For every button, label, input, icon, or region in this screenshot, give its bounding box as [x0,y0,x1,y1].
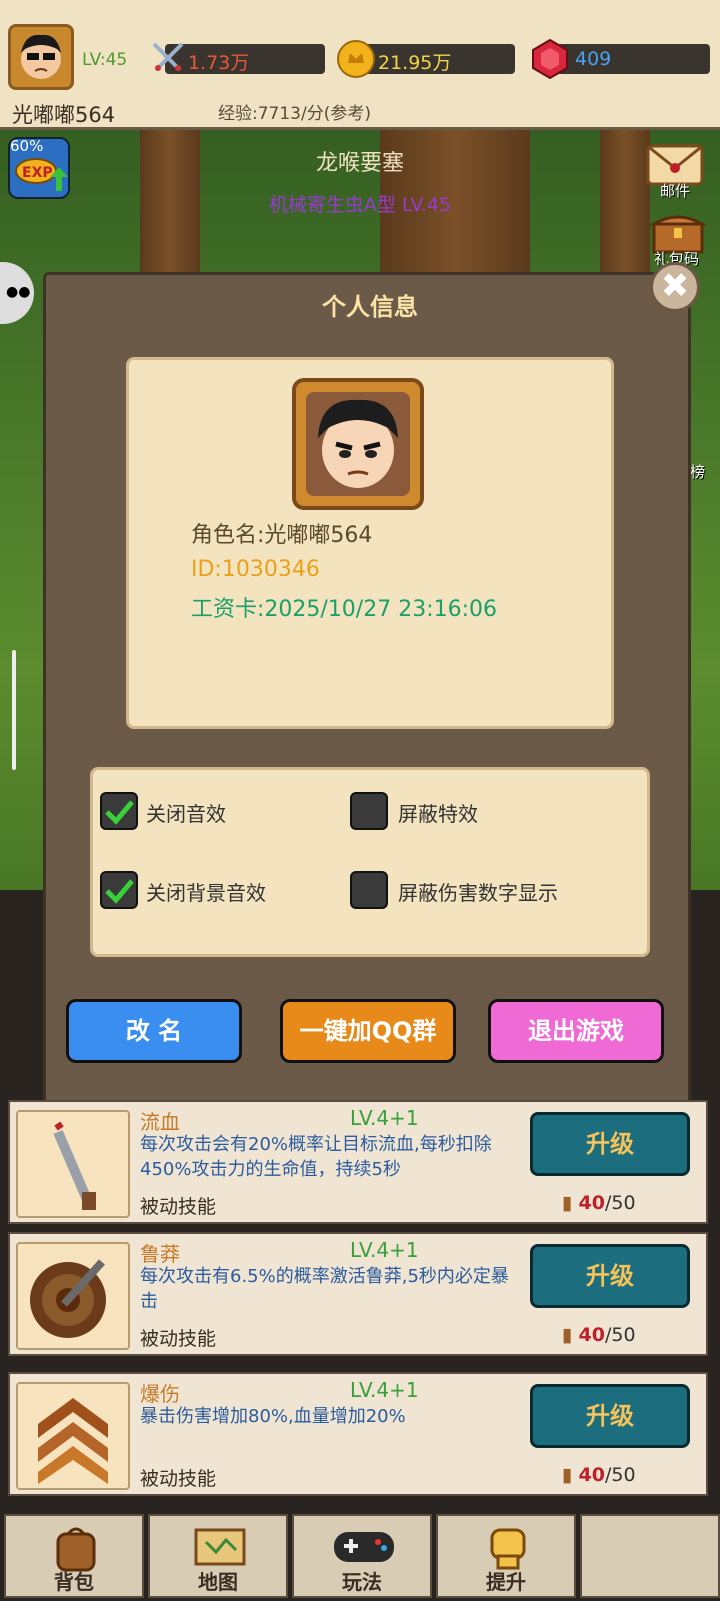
top-status-bar: LV:45 光嘟嘟564 1.73万 21.95万 409 经验:7713/分(… [0,0,720,130]
mail-label: 邮件 [660,182,691,200]
backpack-icon [56,1527,96,1572]
chevrons-up-icon [38,1398,108,1484]
skill-name: 鲁莽 [140,1242,180,1266]
sound-off-checkbox[interactable] [100,792,138,830]
nav-play-label: 玩法 [342,1570,382,1594]
player-name: 光嘟嘟564 [12,103,116,127]
skill-icon-crit-damage [16,1382,130,1490]
nav-map-label: 地图 [198,1570,238,1594]
gold-value: 21.95万 [378,52,452,74]
exit-game-button[interactable]: 退出游戏 [488,999,664,1063]
fist-icon [490,1528,526,1570]
close-icon: ✖ [660,266,690,306]
nav-bag[interactable]: 背包 [4,1514,144,1598]
ruby-gem-icon [532,38,568,80]
skill-row: 鲁莽 LV.4+1 每次攻击有6.5%的概率激活鲁莽,5秒内必定暴击 被动技能 … [8,1232,708,1356]
nav-play[interactable]: 玩法 [292,1514,432,1598]
skill-description: 每次攻击有6.5%的概率激活鲁莽,5秒内必定暴击 [140,1266,509,1312]
checkmark-icon [105,800,134,825]
nav-boost[interactable]: 提升 [436,1514,576,1598]
bleed-dagger-icon [53,1121,96,1210]
skill-book-cost: ▮ 40/50 [562,1324,636,1346]
skill-row: 流血 LV.4+1 每次攻击会有20%概率让目标流血,每秒扣除450%攻击力的生… [8,1100,708,1224]
salary-card: 工资卡:2025/10/27 23:16:06 [191,597,498,622]
skill-type: 被动技能 [140,1196,217,1218]
hide-effects-checkbox[interactable] [350,792,388,830]
bgm-off-checkbox[interactable] [100,871,138,909]
bottom-navigation: 背包 地图 玩法 提升 [0,1510,720,1601]
gamepad-icon [334,1532,394,1562]
nav-map[interactable]: 地图 [148,1514,288,1598]
side-handle[interactable] [12,650,16,770]
skill-description: 每次攻击会有20%概率让目标流血,每秒扣除450%攻击力的生命值，持续5秒 [140,1134,492,1180]
hide-damage-numbers-label: 屏蔽伤害数字显示 [398,881,558,905]
monster-name: 机械寄生虫A型 LV.45 [268,194,452,216]
skill-row: 爆伤 LV.4+1 暴击伤害增加80%,血量增加20% 被动技能 升级 ▮ 40… [8,1372,708,1496]
skill-icon-bleed [16,1110,130,1218]
player-id: ID:1030346 [191,557,320,582]
nav-boost-label: 提升 [486,1570,526,1594]
upgrade-button[interactable]: 升级 [530,1384,690,1448]
nav-bag-label: 背包 [54,1570,94,1594]
exp-rate-label: 经验:7713/分(参考) [218,104,371,124]
nav-empty-slot [580,1514,720,1598]
player-level: LV:45 [82,50,128,70]
skill-book-icon: ▮ [562,1464,573,1486]
role-name: 角色名:光嘟嘟564 [191,523,373,548]
cost-have: 40 [578,1192,605,1214]
player-avatar[interactable] [8,24,74,90]
skill-description: 暴击伤害增加80%,血量增加20% [140,1406,406,1427]
gem-value: 409 [575,48,612,70]
skill-type: 被动技能 [140,1468,217,1490]
sound-off-label: 关闭音效 [146,802,226,826]
skill-book-cost: ▮ 40/50 [562,1464,636,1486]
hide-effects-label: 屏蔽特效 [398,802,478,826]
skill-name: 流血 [140,1110,180,1134]
skill-book-icon: ▮ [562,1324,573,1346]
skill-level: LV.4+1 [350,1106,419,1130]
skill-level: LV.4+1 [350,1238,419,1262]
skill-type: 被动技能 [140,1328,217,1350]
target-dagger-icon [30,1259,106,1338]
player-portrait [292,378,424,510]
hide-damage-numbers-checkbox[interactable] [350,871,388,909]
skill-book-cost: ▮ 40/50 [562,1192,636,1214]
rank-label: 榜 [690,463,706,481]
upgrade-button[interactable]: 升级 [530,1112,690,1176]
cost-total: /50 [604,1192,636,1214]
modal-title: 个人信息 [322,293,418,321]
map-scroll-icon [194,1528,246,1566]
skill-book-icon: ▮ [562,1192,573,1214]
cost-have: 40 [578,1324,605,1346]
zone-name: 龙喉要塞 [315,151,404,176]
checkmark-icon [105,879,134,904]
profile-modal: 个人信息 角色名:光嘟嘟564 ID:1030346 工资卡:2025/10/2… [43,272,691,1118]
cost-total: /50 [604,1464,636,1486]
bgm-off-label: 关闭背景音效 [146,881,266,905]
power-value: 1.73万 [188,52,250,74]
close-modal-button[interactable]: ✖ [650,262,700,312]
rename-button[interactable]: 改 名 [66,999,242,1063]
gold-coin-icon [337,40,375,78]
join-qq-group-button[interactable]: 一键加QQ群 [280,999,456,1063]
skill-level: LV.4+1 [350,1378,419,1402]
crossed-swords-icon [152,42,184,72]
upgrade-button[interactable]: 升级 [530,1244,690,1308]
cost-have: 40 [578,1464,605,1486]
skill-name: 爆伤 [140,1382,180,1406]
cost-total: /50 [604,1324,636,1346]
skill-icon-reckless [16,1242,130,1350]
chat-icon: ●● [6,284,31,300]
